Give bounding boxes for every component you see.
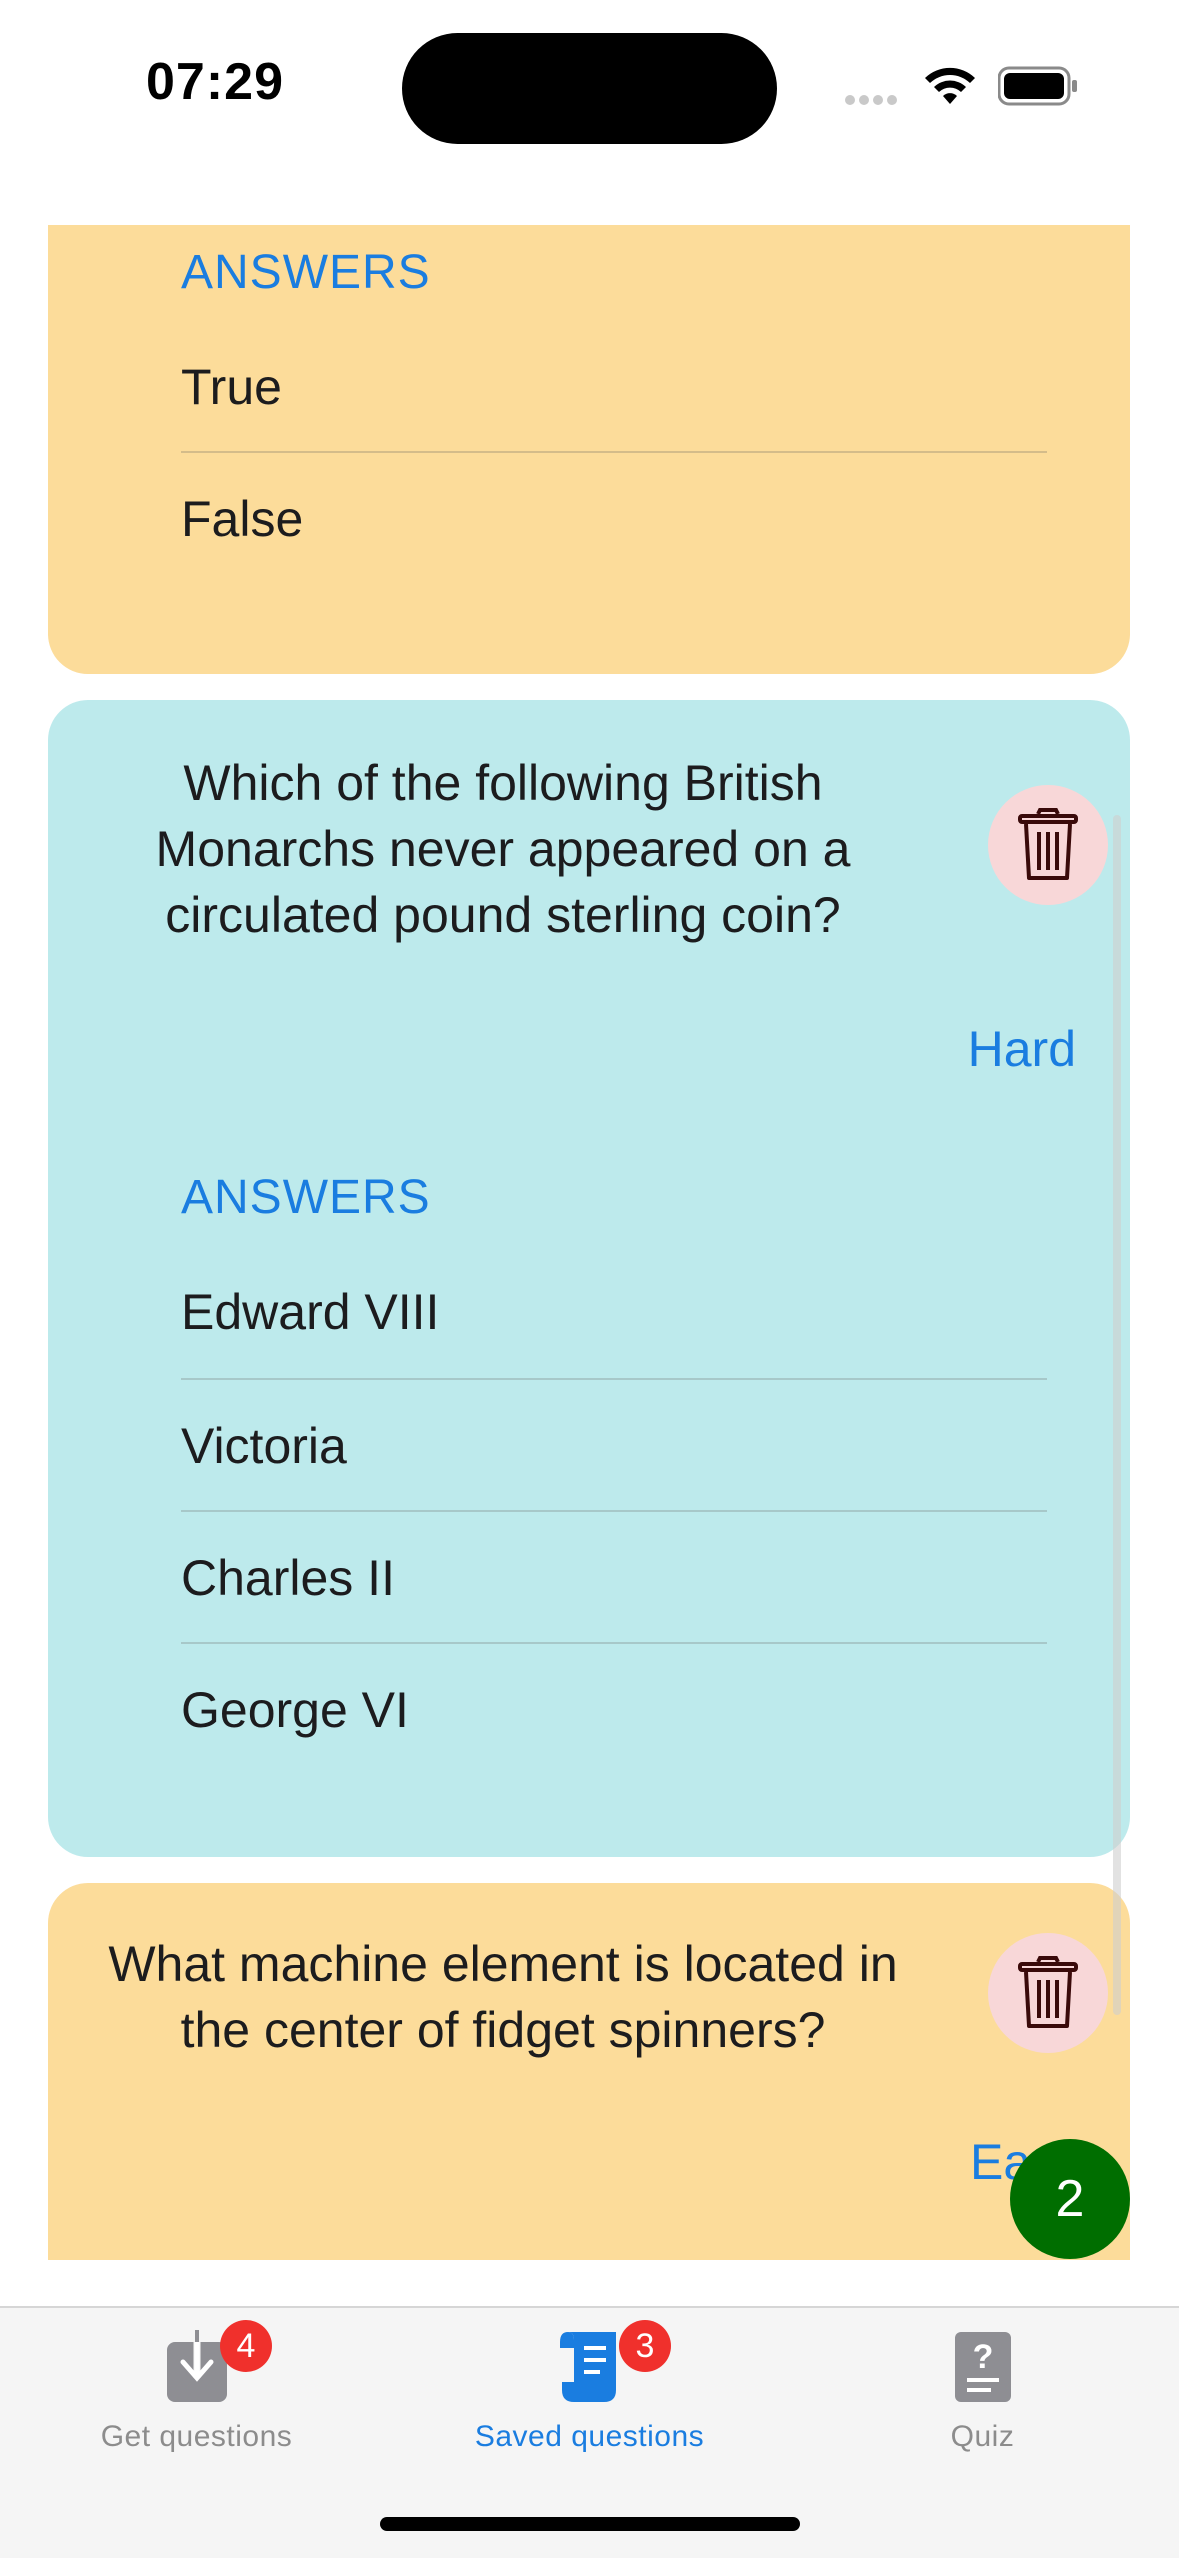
answer-row: Charles II [181,1512,1047,1644]
answer-row: True [181,321,1047,453]
difficulty-label: Hard [967,1021,1076,1077]
tab-saved-questions[interactable]: 3 Saved questions [393,2308,786,2468]
scroll-indicator[interactable] [1113,815,1121,2015]
dynamic-island [402,33,777,144]
answers-header: ANSWERS [181,1171,431,1224]
answer-text: True [181,359,282,415]
scroll-icon [559,2332,616,2402]
answers-header: ANSWERS [181,246,431,299]
answer-row: George VI [181,1644,1047,1776]
answer-row: Victoria [181,1380,1047,1512]
cellular-signal-icon [845,92,905,106]
wifi-icon [925,67,975,104]
answer-text: Charles II [181,1550,395,1606]
question-card: Which of the following British Monarchs … [48,700,1130,1857]
svg-text:?: ? [972,2338,993,2376]
status-bar: 07:29 [0,0,1179,180]
answer-text: Edward VIII [181,1284,440,1340]
answer-row: False [181,453,1047,585]
tab-badge: 3 [619,2320,671,2372]
question-doc-icon: ? [954,2332,1011,2402]
answer-text: George VI [181,1682,409,1738]
tab-quiz[interactable]: ? Quiz [786,2308,1179,2468]
tab-label: Get questions [100,2420,293,2453]
question-card: What machine element is located in the c… [48,1883,1130,2260]
tab-get-questions[interactable]: 4 Get questions [0,2308,393,2468]
status-time: 07:29 [146,53,284,111]
question-text: What machine element is located in the c… [108,1936,898,2058]
trash-icon [1018,808,1078,880]
answer-row: Edward VIII [181,1246,1047,1378]
question-text: Which of the following British Monarchs … [155,755,851,943]
answer-text: False [181,491,304,547]
download-tray-icon [166,2330,227,2402]
delete-question-button[interactable] [988,785,1108,905]
quiz-count-button[interactable]: 2 [1010,2139,1130,2259]
delete-question-button[interactable] [988,1933,1108,2053]
tab-badge: 4 [220,2320,272,2372]
answer-text: Victoria [181,1418,347,1474]
tab-label: Saved questions [474,2420,705,2453]
home-indicator[interactable] [380,2517,800,2531]
trash-icon [1018,1956,1078,2028]
question-card: ANSWERS True False [48,225,1130,674]
tab-label: Quiz [950,2420,1015,2453]
saved-questions-list[interactable]: ANSWERS True False Which of the followin… [0,225,1179,2260]
battery-icon [998,66,1077,106]
